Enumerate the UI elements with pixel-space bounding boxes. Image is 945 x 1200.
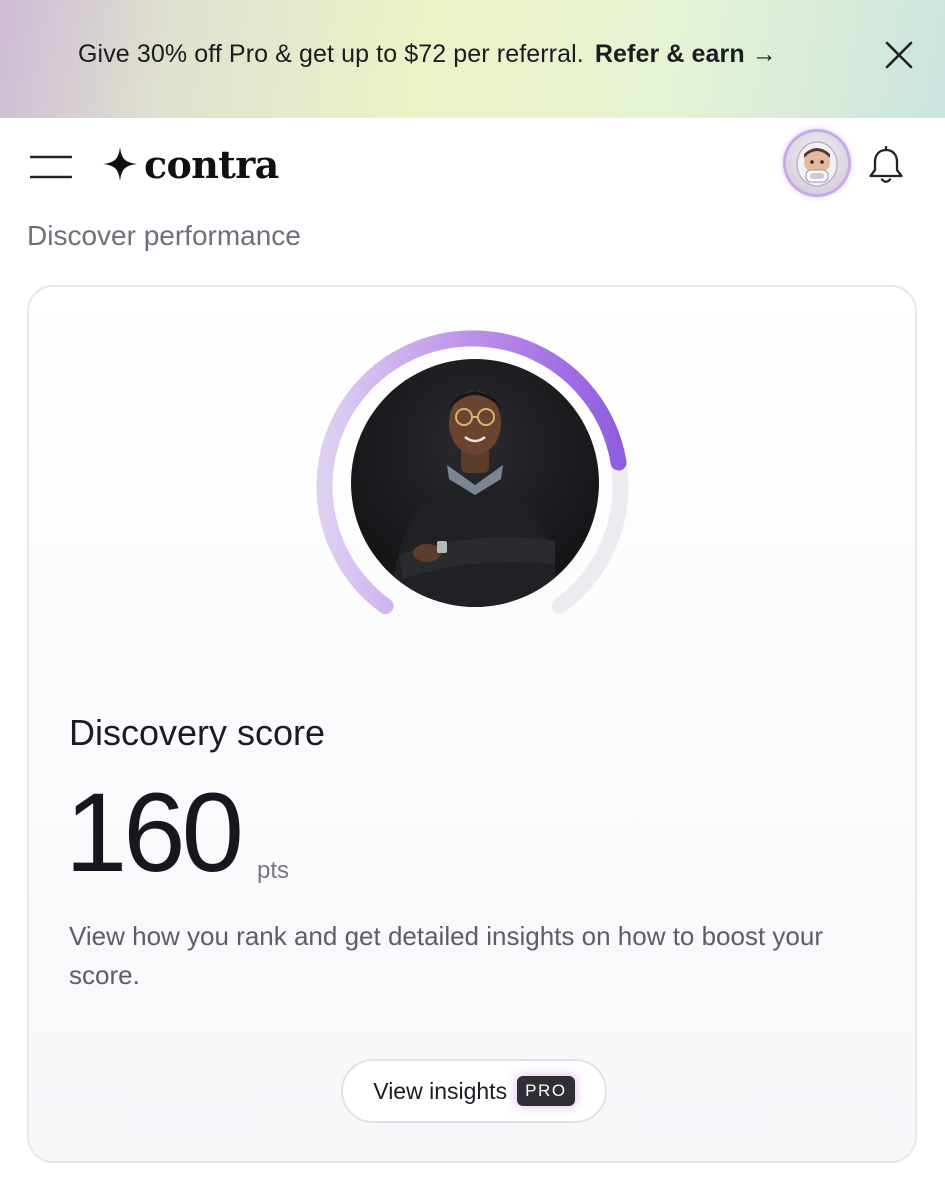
hamburger-menu-icon[interactable] bbox=[30, 154, 72, 180]
view-insights-label: View insights bbox=[373, 1077, 508, 1104]
promo-banner: Give 30% off Pro & get up to $72 per ref… bbox=[0, 0, 945, 118]
sparkle-logo-icon bbox=[103, 147, 137, 181]
contra-logo[interactable]: contra bbox=[102, 141, 279, 187]
score-label: Discovery score bbox=[69, 712, 326, 753]
score-value: 160 bbox=[65, 770, 244, 895]
notification-bell-icon[interactable] bbox=[864, 144, 908, 188]
banner-message: Give 30% off Pro & get up to $72 per ref… bbox=[78, 40, 777, 69]
profile-photo bbox=[351, 359, 599, 607]
close-icon[interactable] bbox=[880, 36, 918, 74]
astronaut-avatar-icon bbox=[796, 141, 838, 187]
pro-badge: PRO bbox=[517, 1076, 575, 1106]
banner-text: Give 30% off Pro & get up to $72 per ref… bbox=[78, 40, 584, 68]
user-avatar[interactable] bbox=[786, 132, 848, 194]
score-description: View how you rank and get detailed insig… bbox=[69, 921, 823, 990]
profile-portrait-icon bbox=[391, 391, 559, 607]
view-insights-button[interactable]: View insights PRO bbox=[341, 1059, 607, 1123]
refer-earn-link[interactable]: Refer & earn → bbox=[595, 40, 777, 68]
logo-text: contra bbox=[144, 141, 279, 187]
score-unit: pts bbox=[257, 857, 290, 884]
discovery-score-card: Discovery score 160 pts View how you ran… bbox=[27, 285, 917, 1163]
section-title: Discover performance bbox=[27, 220, 301, 251]
